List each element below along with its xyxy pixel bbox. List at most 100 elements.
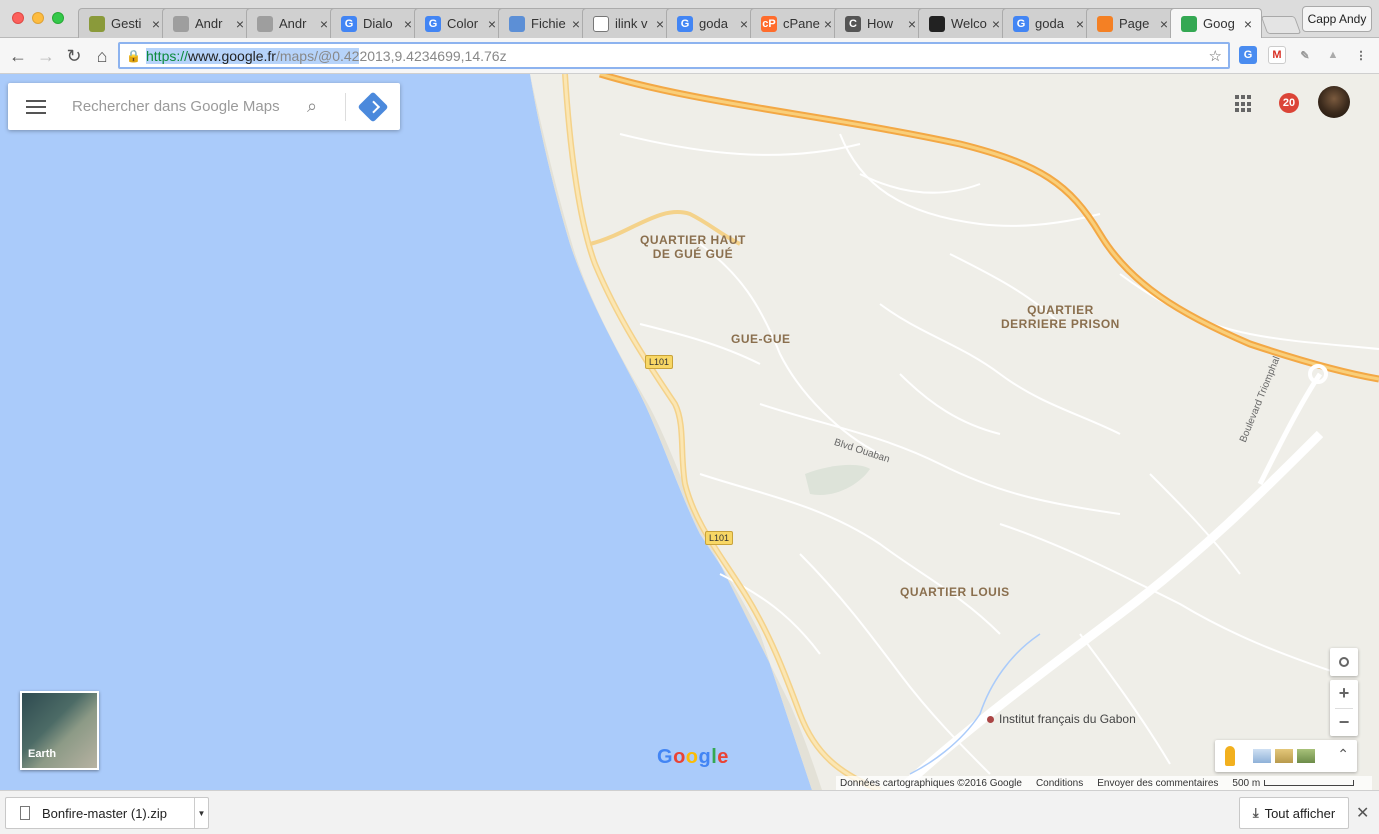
tab-close-icon[interactable]: × [653,16,667,32]
download-filename: Bonfire-master (1).zip [42,805,167,821]
browser-tab[interactable]: Andr × [162,8,254,38]
search-separator [345,92,346,121]
notifications-badge[interactable]: 20 [1279,93,1299,113]
tab-title: goda [1035,16,1064,31]
zoom-out-button[interactable]: − [1330,709,1358,737]
feedback-link[interactable]: Envoyer des commentaires [1097,778,1218,789]
browser-tab[interactable]: Ggoda × [1002,8,1094,38]
forward-arrow-icon[interactable]: → [34,44,58,68]
tab-close-icon[interactable]: × [317,16,331,32]
address-url[interactable]: https://www.google.fr/maps/@0.422013,9.4… [146,47,507,64]
chevron-up-icon[interactable]: ⌃ [1337,746,1349,763]
tab-close-icon[interactable]: × [149,16,163,32]
browser-tab[interactable]: C How × [834,8,926,38]
address-bar[interactable]: 🔒 https://www.google.fr/maps/@0.422013,9… [118,42,1230,69]
zoom-in-button[interactable]: + [1330,680,1358,708]
document-tab-icon [257,15,273,32]
download-dropdown-button[interactable]: ▼ [194,798,208,828]
browser-tab[interactable]: Andr × [246,8,338,38]
layers-bar: ⌃ [1215,740,1357,772]
tab-title: Dialo [363,16,393,31]
tab-close-icon[interactable]: × [1073,16,1087,32]
browser-tab[interactable]: G Color × [414,8,506,38]
attribution-data: Données cartographiques ©2016 Google [840,777,1022,789]
tab-strip: Gesti × Andr × Andr × G Dialo × G Color × Fichie × ili… [0,0,1379,38]
browser-tab[interactable]: Page × [1086,8,1178,38]
cpanel-tab-icon: cP [761,15,777,32]
avatar[interactable] [1318,86,1350,118]
my-location-button[interactable] [1330,648,1358,676]
tab-close-icon[interactable]: × [1157,16,1171,32]
url-scheme: https:// [146,47,189,64]
poi-label: Institut français du Gabon [999,712,1136,726]
stackoverflow-tab-icon [1097,15,1113,32]
tab-close-icon[interactable]: × [989,16,1003,32]
page-tab-icon [593,15,609,32]
label-quartier-derriere-prison: QUARTIER DERRIERE PRISON [1001,303,1120,331]
search-input[interactable]: Rechercher dans Google Maps [72,98,307,115]
drive-extension-icon[interactable]: ▲ [1324,46,1342,64]
tab-title: Andr [195,16,223,31]
browser-tab[interactable]: Welco × [918,8,1010,38]
tab-close-icon[interactable]: × [569,16,583,32]
home-icon[interactable]: ⌂ [90,44,114,68]
layer-terrain-thumb[interactable] [1275,749,1293,763]
scale-label[interactable]: 500 m [1232,778,1260,789]
tab-close-icon[interactable]: × [401,16,415,32]
google-tab-icon: G [1013,15,1029,32]
browser-tab[interactable]: ilink v × [582,8,674,38]
layer-bike-thumb[interactable] [1297,749,1315,763]
download-shelf: Bonfire-master (1).zip ▼ ⤓ Tout afficher … [0,790,1379,834]
browser-tab[interactable]: Ggoda × [666,8,758,38]
tab-title: cPane [783,16,820,31]
howto-tab-icon: C [845,15,861,32]
back-arrow-icon[interactable]: ← [6,44,30,68]
tab-title: Page [1119,16,1150,31]
browser-tab[interactable]: cP cPane × [750,8,842,38]
browser-tab[interactable]: Goog × [1170,8,1262,38]
play-tab-icon [509,15,525,32]
gmail-extension-icon[interactable]: M [1268,46,1286,64]
menu-kebab-icon[interactable]: ⋮ [1352,46,1370,64]
browser-tab[interactable]: G Dialo × [330,8,422,38]
tab-close-icon[interactable]: × [485,16,499,32]
browser-tab[interactable]: Fichie × [498,8,590,38]
layer-transit-thumb[interactable] [1253,749,1271,763]
directions-icon[interactable] [357,90,389,123]
url-path: /maps/@0.42 [275,47,360,64]
browser-tab[interactable]: Gesti × [78,8,170,38]
map-canvas[interactable]: Rechercher dans Google Maps ⌕ 20 QUARTIE… [0,74,1379,790]
new-tab-button[interactable] [1260,16,1302,34]
google-maps-tab-icon [1181,15,1197,32]
menu-icon[interactable] [26,96,46,118]
search-icon[interactable]: ⌕ [307,96,327,117]
bookmark-star-icon[interactable]: ☆ [1209,47,1222,65]
tab-close-icon[interactable]: × [821,16,835,32]
extension-feather-icon[interactable]: ✎ [1296,46,1314,64]
translate-extension-icon[interactable]: G [1239,46,1257,64]
profile-button[interactable]: Capp Andy [1302,6,1372,32]
google-tab-icon: G [677,15,693,32]
label-quartier-louis: QUARTIER LOUIS [900,585,1010,599]
tab-close-icon[interactable]: × [1241,16,1255,32]
download-icon: ⤓ [1252,805,1259,820]
google-logo: Google [657,746,729,768]
scale-bar [1264,780,1355,786]
conditions-link[interactable]: Conditions [1036,778,1083,789]
gestion-tab-icon [89,15,105,32]
close-shelf-icon[interactable]: ✕ [1356,803,1369,823]
tab-close-icon[interactable]: × [737,16,751,32]
apps-grid-icon[interactable] [1235,95,1253,113]
reload-icon[interactable]: ↻ [62,44,86,68]
minimize-window-button[interactable] [32,12,44,24]
close-window-button[interactable] [12,12,24,24]
tab-close-icon[interactable]: × [233,16,247,32]
earth-view-toggle[interactable]: Earth [20,691,99,770]
maximize-window-button[interactable] [52,12,64,24]
pegman-icon[interactable] [1225,746,1235,766]
show-all-downloads-button[interactable]: ⤓ Tout afficher [1239,797,1349,829]
download-item[interactable]: Bonfire-master (1).zip ▼ [5,797,209,829]
tab-close-icon[interactable]: × [905,16,919,32]
poi-institut-francais[interactable]: Institut français du Gabon [987,712,1136,726]
poi-marker-icon [987,716,994,724]
